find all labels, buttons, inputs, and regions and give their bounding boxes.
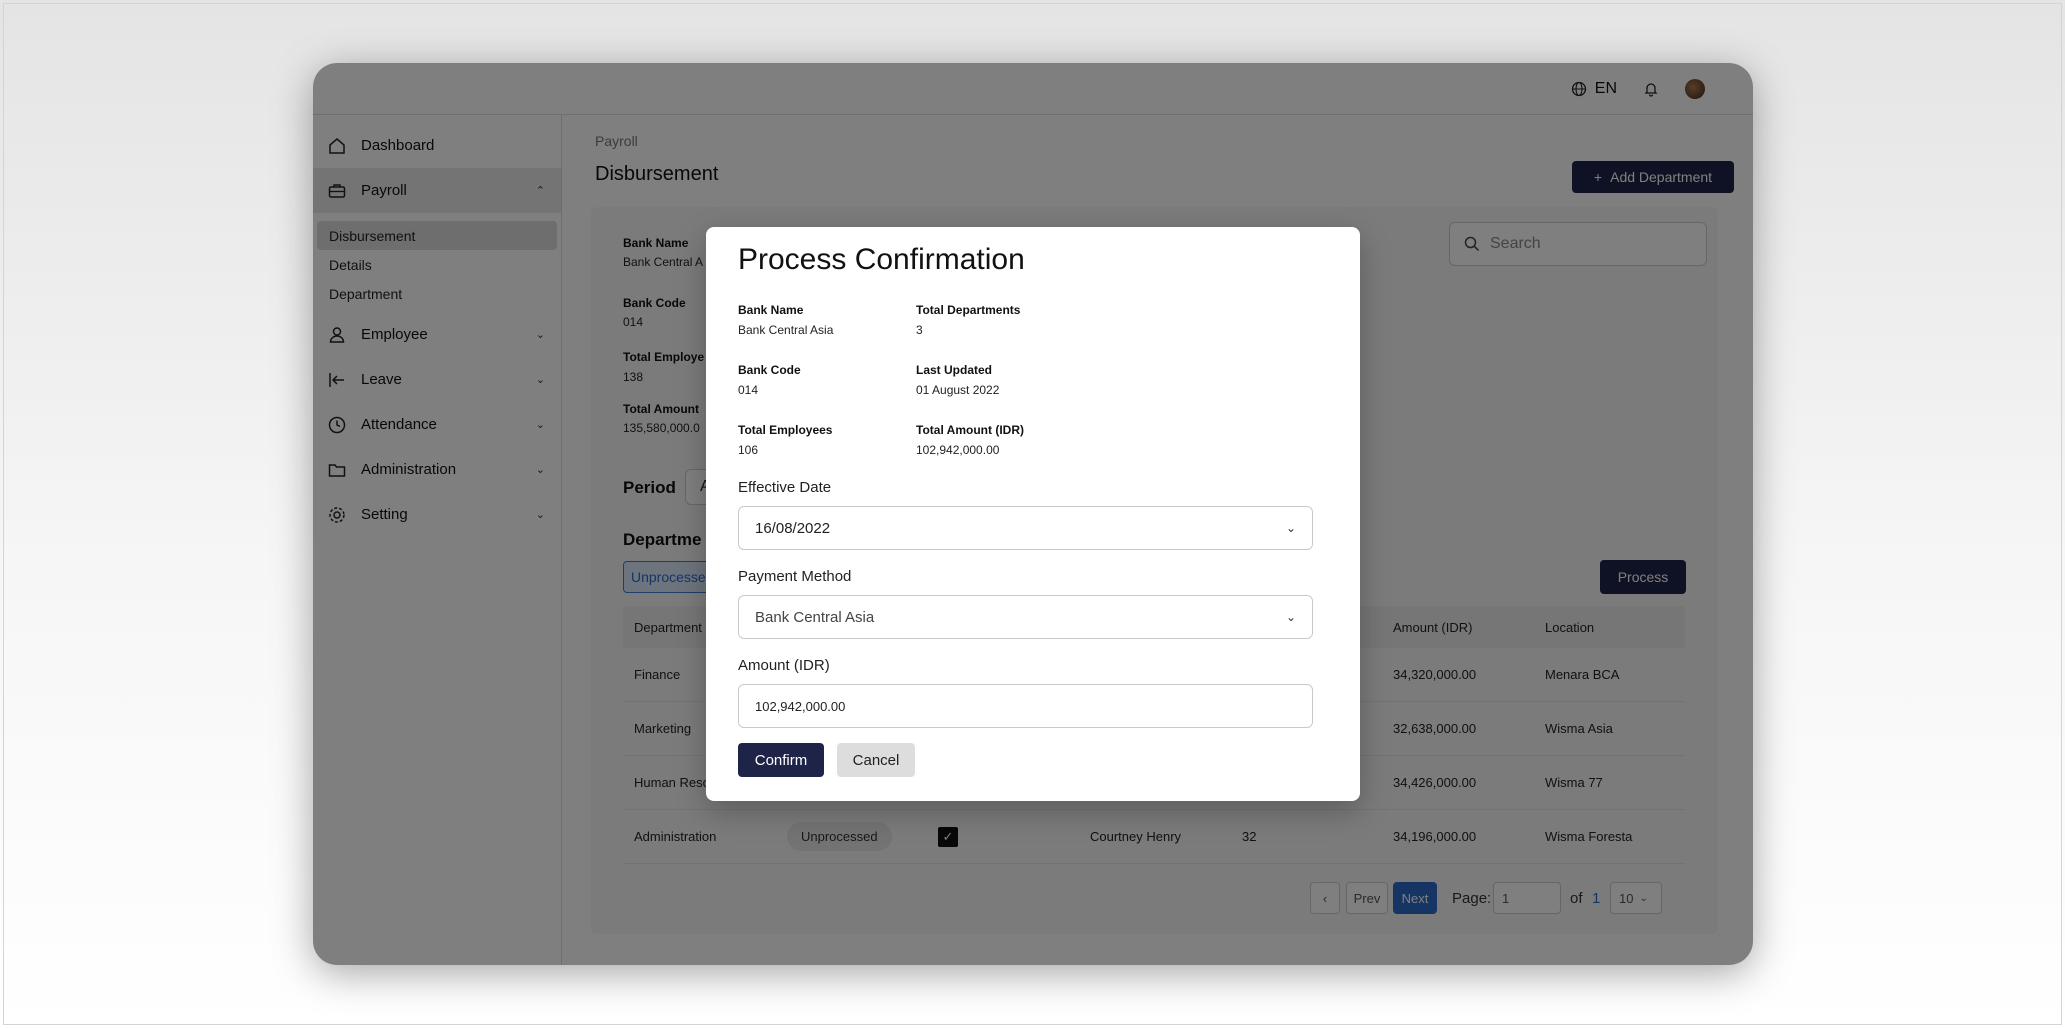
payment-method-label: Payment Method — [738, 568, 852, 585]
modal-title: Process Confirmation — [738, 243, 1025, 276]
amount-input[interactable]: 102,942,000.00 — [738, 684, 1313, 728]
total-employees-value: 106 — [738, 443, 759, 457]
bank-name-label: Bank Name — [738, 303, 804, 317]
chevron-down-icon: ⌄ — [1285, 610, 1296, 624]
total-departments-label: Total Departments — [916, 303, 1021, 317]
bank-name-value: Bank Central Asia — [738, 323, 834, 337]
payment-method-select[interactable]: Bank Central Asia ⌄ — [738, 595, 1313, 639]
chevron-down-icon: ⌄ — [1285, 521, 1296, 535]
cancel-button[interactable]: Cancel — [837, 743, 915, 777]
total-amount-label: Total Amount (IDR) — [916, 423, 1024, 437]
bank-code-label: Bank Code — [738, 363, 801, 377]
process-confirmation-modal: Process Confirmation Bank Name Bank Cent… — [706, 227, 1360, 801]
last-updated-label: Last Updated — [916, 363, 993, 377]
bank-code-value: 014 — [738, 383, 759, 397]
amount-label: Amount (IDR) — [738, 657, 830, 674]
last-updated-value: 01 August 2022 — [916, 383, 1000, 397]
effective-date-select[interactable]: 16/08/2022 ⌄ — [738, 506, 1313, 550]
total-amount-value: 102,942,000.00 — [916, 443, 1000, 457]
amount-value: 102,942,000.00 — [755, 698, 846, 714]
effective-date-value: 16/08/2022 — [755, 519, 831, 537]
confirm-button[interactable]: Confirm — [738, 743, 824, 777]
effective-date-label: Effective Date — [738, 479, 832, 496]
total-departments-value: 3 — [916, 323, 923, 337]
payment-method-value: Bank Central Asia — [755, 608, 875, 626]
total-employees-label: Total Employees — [738, 423, 833, 437]
